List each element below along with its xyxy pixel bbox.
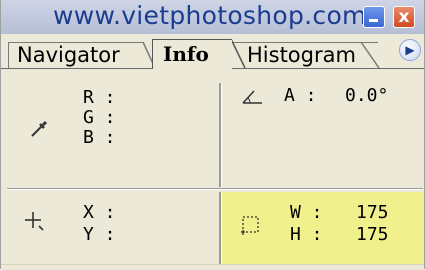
angle-readout: A : 0.0° — [222, 69, 423, 189]
w-label: W : — [290, 202, 323, 223]
info-panel: www.vietphotoshop.com x Navigator Histog… — [0, 0, 425, 270]
w-value: 175 — [356, 202, 389, 223]
eyedropper-icon — [31, 120, 48, 137]
h-value: 175 — [356, 224, 389, 245]
g-label: G : — [83, 107, 116, 128]
close-glyph: x — [398, 7, 410, 27]
window-title: www.vietphotoshop.com — [53, 1, 367, 30]
x-label: X : — [83, 202, 116, 223]
crosshair-icon — [25, 212, 44, 231]
tab-info[interactable]: Info — [152, 39, 232, 69]
close-icon[interactable]: x — [393, 6, 415, 28]
position-readout: X : Y : — [7, 192, 219, 264]
b-label: B : — [83, 127, 116, 148]
tab-bar: Navigator Histogram Info — [1, 34, 424, 69]
r-label: R : — [83, 87, 116, 108]
marquee-icon — [241, 216, 259, 235]
color-readout: R : G : B : — [7, 69, 219, 189]
info-content: R : G : B : A : 0.0° X: Y: W: 175 H:… — [7, 69, 423, 264]
angle-value: 0.0° — [345, 85, 389, 106]
minimize-icon[interactable] — [363, 6, 385, 28]
panel-menu-icon[interactable]: ▶ — [399, 39, 421, 61]
tab-info-label: Info — [163, 42, 209, 66]
y-label: Y : — [83, 224, 116, 245]
title-bar[interactable]: www.vietphotoshop.com x — [1, 0, 424, 34]
angle-icon — [242, 90, 262, 104]
h-label: H : — [290, 224, 323, 245]
size-readout: W : 175 H : 175 — [222, 192, 423, 264]
angle-label: A : — [284, 85, 317, 106]
panel-bottom-edge — [1, 264, 424, 270]
